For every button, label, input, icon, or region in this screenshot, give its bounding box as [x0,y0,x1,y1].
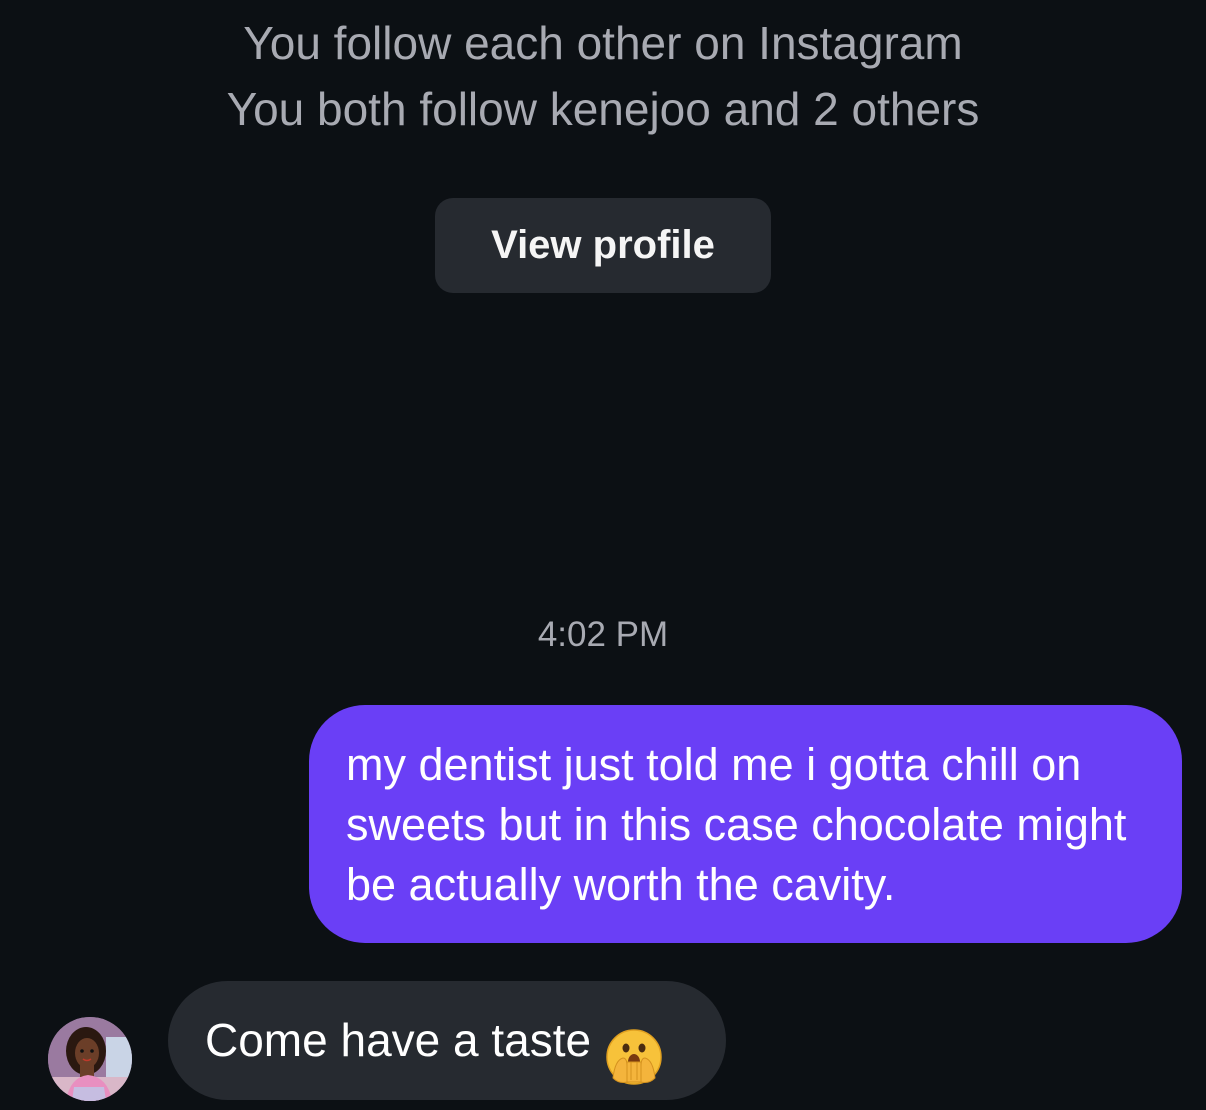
avatar-image [48,1017,132,1101]
view-profile-button[interactable]: View profile [435,198,771,293]
incoming-message-text: Come have a taste [205,1014,592,1066]
mutual-follows-text: You both follow kenejoo and 2 others [226,83,980,135]
face-with-open-eyes-and-hand-over-mouth-icon [605,1011,663,1085]
profile-header: You follow each other on Instagram You b… [0,10,1206,142]
incoming-message-bubble[interactable]: Come have a taste [168,981,726,1100]
outgoing-message-text: my dentist just told me i gotta chill on… [346,739,1127,910]
follow-status-text: You follow each other on Instagram [243,17,963,69]
outgoing-message-bubble[interactable]: my dentist just told me i gotta chill on… [309,705,1182,943]
message-timestamp: 4:02 PM [537,615,669,654]
chat-screen: You follow each other on Instagram You b… [0,0,1206,1110]
avatar[interactable] [48,1017,132,1101]
